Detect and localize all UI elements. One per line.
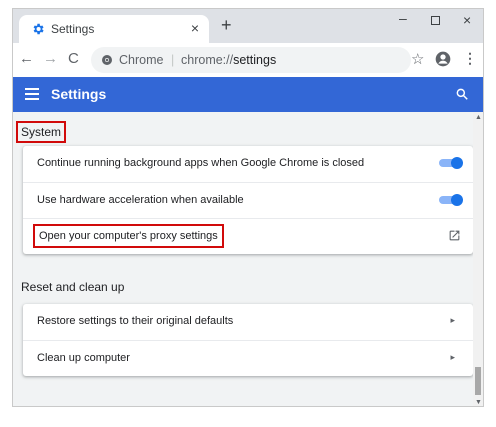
reset-card: Restore settings to their original defau… [23, 304, 473, 376]
new-tab-button[interactable]: + [221, 16, 232, 34]
setting-label: Clean up computer [37, 352, 130, 364]
tab-settings[interactable]: Settings × [19, 15, 209, 43]
menu-icon[interactable]: ⋮ [463, 50, 477, 67]
profile-icon[interactable] [435, 51, 451, 67]
star-icon[interactable]: ☆ [411, 50, 424, 68]
setting-label: Continue running background apps when Go… [37, 157, 365, 169]
chrome-icon [102, 55, 112, 65]
settings-favicon [33, 23, 44, 35]
system-card: Continue running background apps when Go… [23, 146, 473, 254]
browser-window: Settings × + – × ← → C Chrome | chrome:/… [12, 8, 484, 407]
window-close-button[interactable]: × [463, 12, 471, 28]
scroll-up-icon[interactable]: ▲ [475, 114, 482, 121]
window-minimize-button[interactable]: – [399, 10, 407, 26]
back-button[interactable]: ← [19, 51, 34, 67]
reload-button[interactable]: C [68, 51, 79, 67]
setting-row-proxy-settings[interactable]: Open your computer's proxy settings [23, 218, 473, 254]
hardware-acceleration-toggle[interactable] [439, 194, 463, 206]
background-apps-toggle[interactable] [439, 157, 463, 169]
setting-row-hardware-acceleration[interactable]: Use hardware acceleration when available [23, 182, 473, 218]
scrollbar-thumb[interactable] [475, 367, 481, 395]
arrow-right-icon: ▸ [450, 352, 455, 362]
section-title-reset: Reset and clean up [21, 280, 125, 294]
omnibox-site-label: Chrome [119, 53, 164, 67]
hamburger-menu-icon[interactable] [25, 88, 39, 100]
omnibox-separator: | [171, 53, 175, 67]
setting-row-restore-defaults[interactable]: Restore settings to their original defau… [23, 304, 473, 340]
settings-header: Settings [13, 77, 483, 112]
setting-label: Restore settings to their original defau… [37, 315, 234, 327]
omnibox-url: chrome://settings [181, 53, 276, 67]
omnibox-url-prefix: chrome:// [181, 53, 234, 67]
section-title-system: System [16, 121, 67, 143]
arrow-right-icon: ▸ [450, 315, 455, 325]
tab-title: Settings [51, 22, 95, 36]
page-title: Settings [51, 86, 107, 102]
window-maximize-button[interactable] [431, 12, 440, 28]
search-icon[interactable] [455, 87, 469, 101]
omnibox-url-path: settings [233, 53, 277, 67]
setting-label: Open your computer's proxy settings [33, 224, 224, 248]
scrollbar[interactable]: ▲ ▼ [473, 112, 483, 406]
settings-content: System Continue running background apps … [13, 112, 483, 406]
browser-toolbar: ← → C Chrome | chrome://settings ☆ ⋮ [13, 43, 483, 77]
setting-row-clean-up-computer[interactable]: Clean up computer ▸ [23, 340, 473, 376]
forward-button[interactable]: → [43, 51, 58, 67]
address-bar[interactable]: Chrome | chrome://settings [91, 47, 411, 73]
scroll-down-icon[interactable]: ▼ [475, 399, 482, 406]
external-link-icon[interactable] [448, 229, 461, 242]
setting-label: Use hardware acceleration when available [37, 194, 244, 206]
tab-strip: Settings × + – × [13, 9, 483, 43]
maximize-icon [431, 16, 440, 25]
tab-close-icon[interactable]: × [191, 20, 199, 36]
setting-row-background-apps[interactable]: Continue running background apps when Go… [23, 146, 473, 182]
